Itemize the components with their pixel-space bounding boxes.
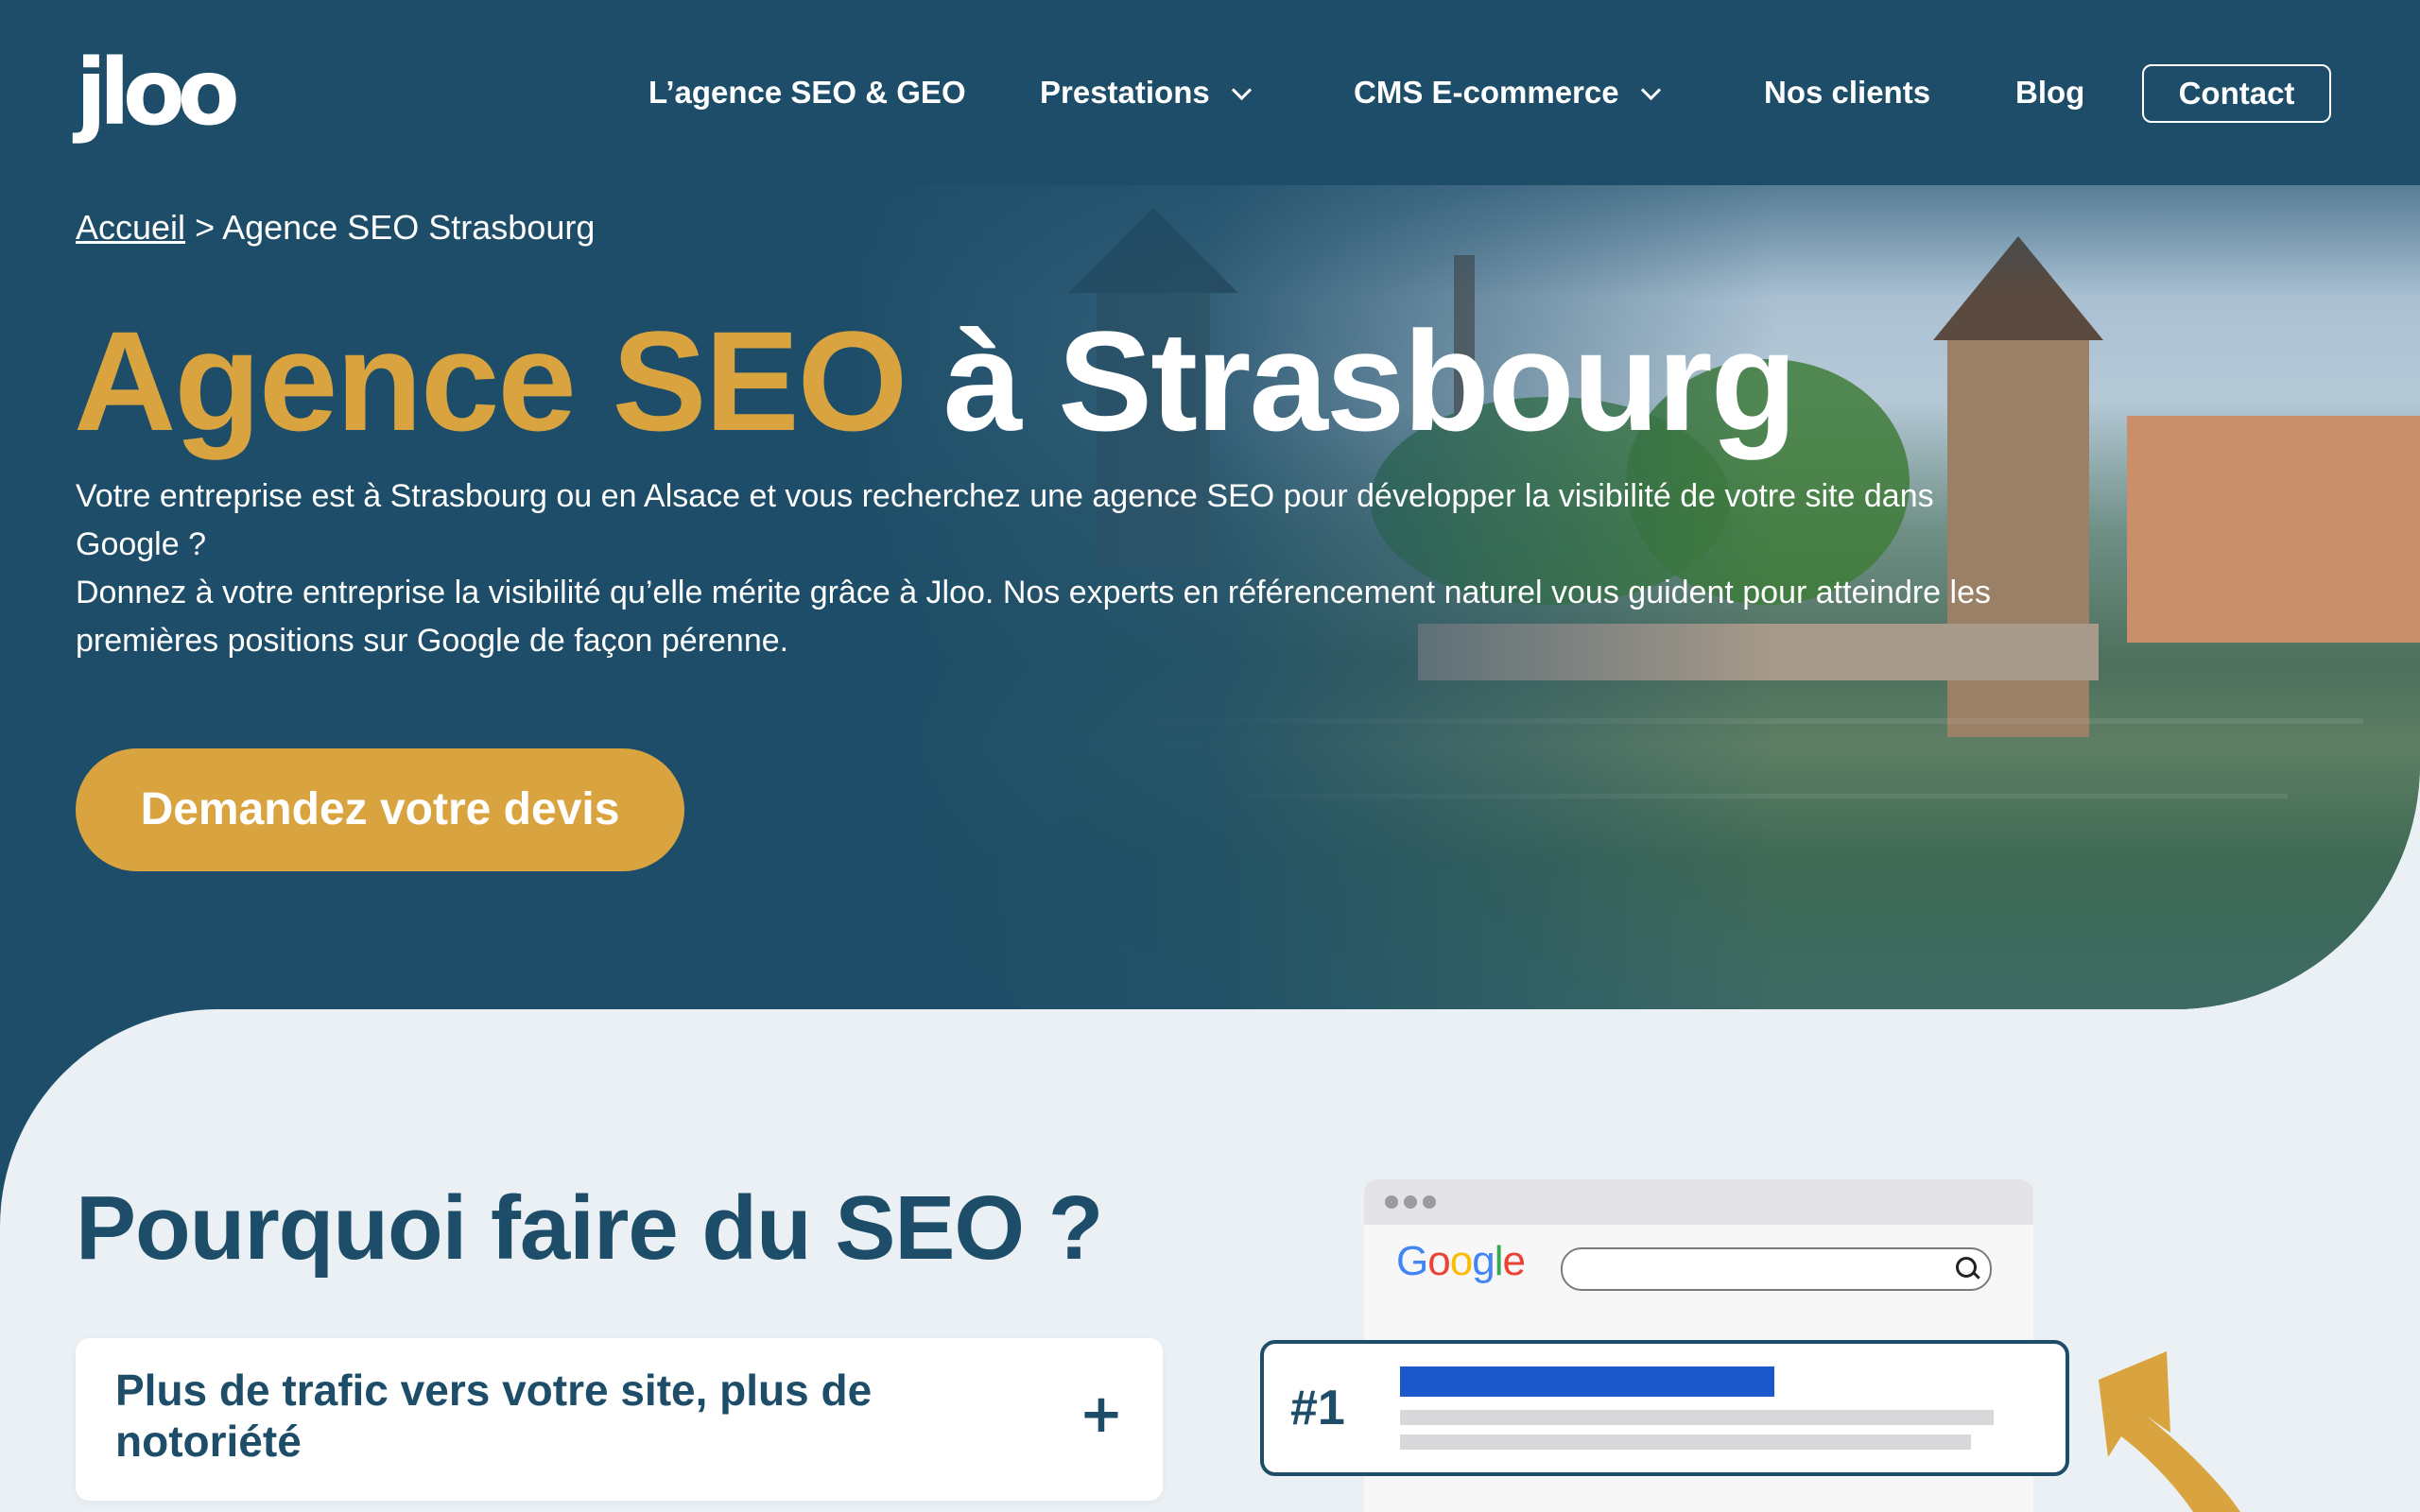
google-logo-letter: g [1472, 1238, 1495, 1284]
accordion-item[interactable]: Plus de trafic vers votre site, plus de … [76, 1338, 1163, 1501]
search-icon [1956, 1257, 1977, 1278]
breadcrumb-home-link[interactable]: Accueil [76, 208, 185, 247]
rank-label: #1 [1290, 1381, 1345, 1435]
breadcrumb: Accueil > Agence SEO Strasbourg [76, 208, 595, 248]
breadcrumb-separator: > [195, 208, 216, 247]
jloo-logo[interactable]: jloo [76, 36, 240, 149]
nav-item-label: Nos clients [1764, 75, 1931, 110]
google-logo-letter: o [1427, 1238, 1451, 1284]
google-logo-letter: e [1502, 1238, 1526, 1284]
nav-item-label: Prestations [1040, 75, 1210, 110]
page-title-rest: à Strasbourg [942, 301, 1797, 460]
curved-arrow-icon [2099, 1351, 2240, 1512]
nav-item-prestations[interactable]: Prestations [1040, 64, 1252, 121]
hero-paragraph: Donnez à votre entreprise la visibilité … [76, 575, 1991, 659]
hero-intro: Votre entreprise est à Strasbourg ou en … [76, 472, 2023, 665]
google-logo-letter: G [1396, 1238, 1428, 1284]
nav-item-label: CMS E-commerce [1354, 75, 1619, 110]
quote-request-button[interactable]: Demandez votre devis [76, 748, 684, 871]
nav-item-nos-clients[interactable]: Nos clients [1764, 64, 1930, 121]
houses-decoration [2127, 416, 2420, 643]
nav-item-agence[interactable]: L’agence SEO & GEO [648, 64, 966, 121]
browser-titlebar [1364, 1179, 2033, 1225]
window-dot-icon [1385, 1195, 1398, 1209]
window-dot-icon [1423, 1195, 1436, 1209]
chevron-down-icon [1640, 79, 1661, 101]
site-header: jloo L’agence SEO & GEO Prestations CMS … [0, 0, 2420, 185]
hero-paragraph: Votre entreprise est à Strasbourg ou en … [76, 478, 1934, 562]
section-heading: Pourquoi faire du SEO ? [76, 1177, 1103, 1279]
nav-item-cms-ecommerce[interactable]: CMS E-commerce [1354, 64, 1661, 121]
nav-item-label: Blog [2015, 75, 2085, 110]
chevron-down-icon [1231, 79, 1252, 101]
breadcrumb-current: Agence SEO Strasbourg [222, 208, 596, 247]
first-result-card: #1 [1260, 1340, 2069, 1476]
google-logo-letter: o [1449, 1238, 1474, 1284]
google-logo: Google [1396, 1238, 1526, 1285]
result-text-bar [1400, 1410, 1994, 1425]
photo-top-fade-overlay [851, 185, 2420, 299]
page-title: Agence SEO à Strasbourg [74, 301, 1797, 461]
plus-icon[interactable]: + [1078, 1388, 1125, 1441]
result-title-bar [1400, 1366, 1774, 1397]
contact-button[interactable]: Contact [2142, 64, 2331, 123]
nav-item-blog[interactable]: Blog [2015, 64, 2084, 121]
search-box-illustration [1561, 1247, 1992, 1291]
page-title-highlight: Agence SEO [74, 301, 908, 460]
result-text-bar [1400, 1435, 1971, 1450]
nav-item-label: L’agence SEO & GEO [648, 75, 966, 110]
window-dot-icon [1404, 1195, 1417, 1209]
accordion-item-title: Plus de trafic vers votre site, plus de … [115, 1366, 873, 1466]
